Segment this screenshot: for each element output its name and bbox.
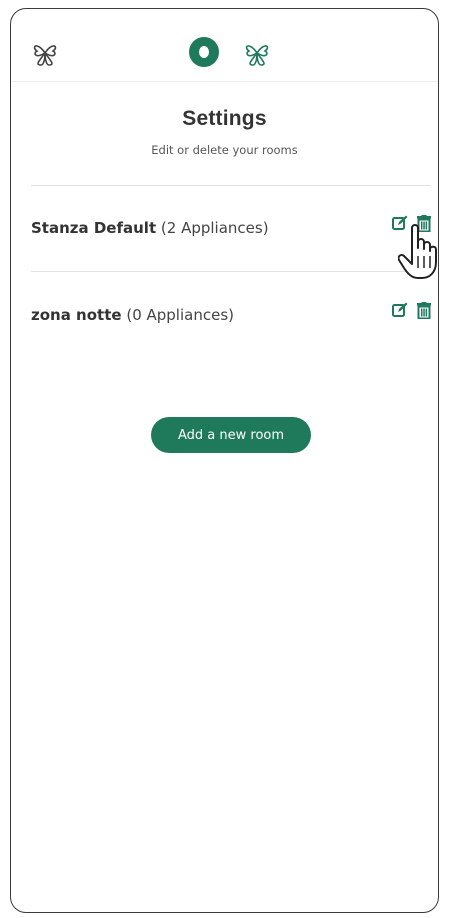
clover-logo-icon[interactable] [241, 37, 273, 69]
room-row: zona notte (0 Appliances) [31, 300, 431, 330]
room-label: zona notte (0 Appliances) [31, 306, 234, 324]
room-name: zona notte [31, 306, 122, 324]
top-bar [11, 9, 438, 82]
room-appliance-count: (2 Appliances) [160, 219, 269, 237]
edit-icon[interactable] [391, 213, 409, 233]
room-label: Stanza Default (2 Appliances) [31, 219, 269, 237]
add-room-button[interactable]: Add a new room [151, 417, 311, 453]
room-divider [31, 271, 431, 272]
page-subtitle: Edit or delete your rooms [151, 143, 298, 157]
trash-icon[interactable] [415, 300, 433, 320]
edit-icon[interactable] [391, 300, 409, 320]
header-divider [31, 185, 431, 186]
app-frame: Settings Edit or delete your rooms Stanz… [10, 8, 439, 913]
room-row: Stanza Default (2 Appliances) [31, 213, 431, 243]
room-appliance-count: (0 Appliances) [126, 306, 234, 324]
clover-logo-icon[interactable] [29, 37, 61, 69]
room-actions [391, 213, 433, 233]
info-dot-icon[interactable] [189, 37, 219, 67]
info-dot-pip [199, 46, 209, 58]
page-title: Settings [182, 107, 267, 130]
room-actions [391, 300, 433, 320]
trash-icon[interactable] [415, 213, 433, 233]
page-header: Settings Edit or delete your rooms [11, 107, 438, 157]
room-name: Stanza Default [31, 219, 157, 237]
